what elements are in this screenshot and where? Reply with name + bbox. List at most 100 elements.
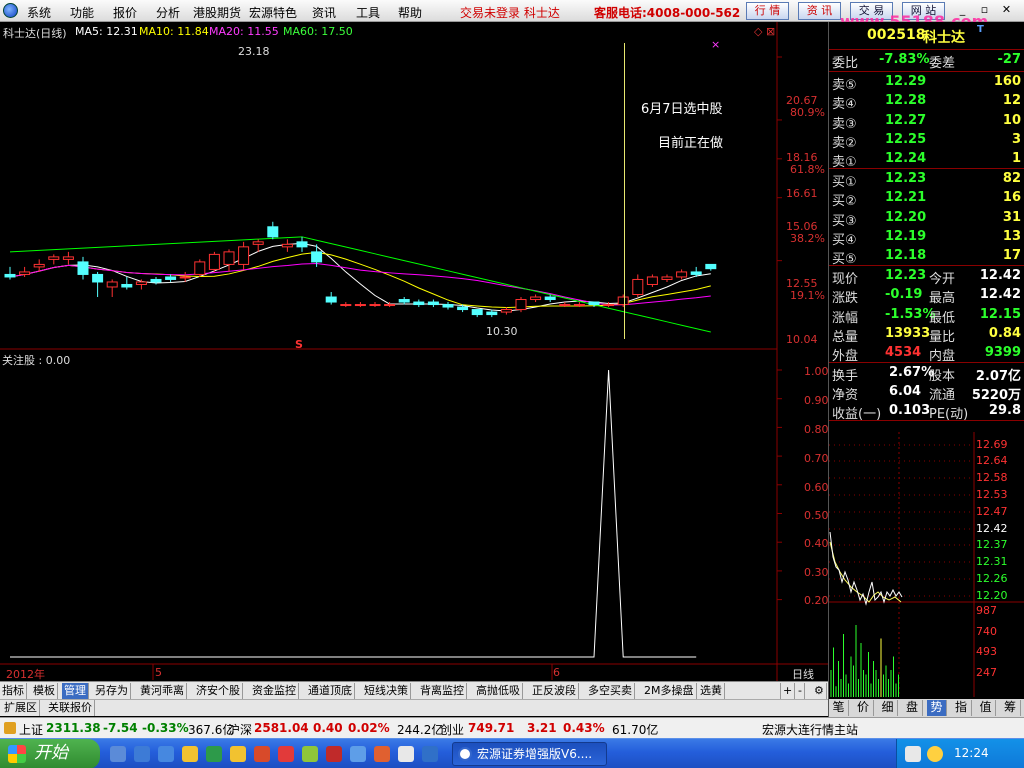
candle-body	[588, 301, 600, 306]
taskbar-app-item[interactable]: 宏源证券增强版V6....	[452, 742, 607, 766]
bid-row[interactable]: 买④ 12.19 13	[829, 228, 1024, 248]
restore-icon[interactable]: ▫	[978, 4, 991, 17]
quicklaunch-chat-icon[interactable]	[302, 746, 318, 762]
depth-volume: 12	[1002, 93, 1021, 109]
menu-hk-futures[interactable]: 港股期货	[193, 4, 241, 21]
tab-wave-band[interactable]: 正反波段	[530, 683, 579, 699]
quicklaunch-browser-icon[interactable]	[134, 746, 150, 762]
tab-extension[interactable]: 扩展区	[2, 700, 40, 716]
sidebar-tab[interactable]: 细	[878, 700, 898, 716]
tab-divergence[interactable]: 背离监控	[418, 683, 467, 699]
ask-row[interactable]: 卖⑤ 12.29 160	[829, 73, 1024, 93]
sidebar-tab[interactable]: 势	[927, 700, 947, 716]
start-label: 开始	[34, 743, 68, 763]
quicklaunch-doc-icon[interactable]	[398, 746, 414, 762]
candle-body	[208, 253, 220, 270]
quicklaunch-mail-icon[interactable]	[350, 746, 366, 762]
ask-row[interactable]: 卖③ 12.27 10	[829, 112, 1024, 132]
price-axis-label: 61.8%	[790, 163, 825, 176]
sidebar-tab[interactable]: 盘	[903, 700, 923, 716]
bid-row[interactable]: 买② 12.21 16	[829, 189, 1024, 209]
sidebar-tab[interactable]: 筹	[1001, 700, 1021, 716]
candle-body	[296, 241, 308, 248]
sidebar-tab[interactable]: 值	[976, 700, 996, 716]
menu-quote[interactable]: 报价	[113, 4, 137, 21]
menu-help[interactable]: 帮助	[398, 4, 422, 21]
sidebar-tab[interactable]: 指	[952, 700, 972, 716]
kline-chart[interactable]	[0, 22, 828, 682]
candle-body	[384, 304, 396, 307]
menu-analysis[interactable]: 分析	[156, 4, 180, 21]
fund-value: 29.8	[988, 403, 1021, 418]
tab-high-low[interactable]: 高抛低吸	[474, 683, 523, 699]
quicklaunch-more-icon[interactable]	[422, 746, 438, 762]
quicklaunch-media-icon[interactable]	[254, 746, 270, 762]
tab-jian-stock[interactable]: 济安个股	[194, 683, 243, 699]
ask-row[interactable]: 卖① 12.24 1	[829, 150, 1024, 170]
volume-icon[interactable]	[927, 746, 943, 762]
quicklaunch-office-icon[interactable]	[374, 746, 390, 762]
fund-value: 2.67%	[889, 365, 935, 380]
fund-row: 收益(一) 0.103 PE(动) 29.8	[829, 402, 1024, 422]
tab-channel-top[interactable]: 通道顶底	[306, 683, 355, 699]
zoom-out-icon[interactable]: -	[796, 683, 805, 699]
settings-icon[interactable]: ⚙	[812, 683, 827, 699]
quicklaunch-player-icon[interactable]	[278, 746, 294, 762]
bid-row[interactable]: 买① 12.23 82	[829, 170, 1024, 190]
tab-2m-operate[interactable]: 2M多操盘	[642, 683, 697, 699]
market-button[interactable]: 行 情	[746, 2, 789, 20]
quicklaunch-explorer-icon[interactable]	[230, 746, 246, 762]
sh-index-label[interactable]: 上证	[19, 721, 43, 738]
intraday-axis-label: 12.53	[976, 488, 1008, 501]
sh-index-pct: -0.33%	[142, 721, 189, 735]
menu-news[interactable]: 资讯	[312, 4, 336, 21]
bid-row[interactable]: 买⑤ 12.18 17	[829, 247, 1024, 267]
ask-row[interactable]: 卖② 12.25 3	[829, 131, 1024, 151]
zoom-in-icon[interactable]: +	[780, 683, 796, 699]
quicklaunch-ie-icon[interactable]	[110, 746, 126, 762]
price-axis-label: 19.1%	[790, 289, 825, 302]
start-button[interactable]: 开始	[0, 739, 100, 768]
period-label[interactable]: 日线	[792, 666, 814, 682]
fund-value: 0.103	[889, 403, 931, 418]
sidebar-tab[interactable]: 价	[854, 700, 874, 716]
quicklaunch-folder-icon[interactable]	[182, 746, 198, 762]
network-icon[interactable]	[905, 746, 921, 762]
sidebar-tab[interactable]: 笔	[829, 700, 849, 716]
cy-index-amount: 61.70亿	[612, 723, 659, 737]
news-button[interactable]: 资 讯	[798, 2, 841, 20]
quote-label: 现价	[832, 272, 859, 287]
menu-hongyuan-special[interactable]: 宏源特色	[249, 4, 297, 21]
high-price-label: 23.18	[238, 45, 270, 58]
quicklaunch-tool-icon[interactable]	[326, 746, 342, 762]
tab-indicator[interactable]: 指标	[0, 683, 27, 699]
quicklaunch-desktop-icon[interactable]	[158, 746, 174, 762]
tab-long-short[interactable]: 多空买卖	[586, 683, 635, 699]
tab-save-as[interactable]: 另存为	[93, 683, 131, 699]
indicator-axis-label: 0.20	[804, 594, 829, 607]
intraday-axis-label: 12.20	[976, 589, 1008, 602]
cy-index-label[interactable]: 创业	[440, 721, 464, 738]
chart-options-icon[interactable]: ◇ ⊠	[754, 25, 775, 38]
date-axis-label: 2012年	[6, 668, 45, 681]
tab-related-quote[interactable]: 关联报价	[46, 700, 95, 716]
taskbar-app-label: 宏源证券增强版V6....	[477, 747, 593, 761]
app-logo-icon[interactable]	[3, 3, 18, 18]
sell-marker: S	[295, 338, 303, 351]
quicklaunch-app-icon[interactable]	[206, 746, 222, 762]
menu-tools[interactable]: 工具	[356, 4, 380, 21]
ask-row[interactable]: 卖④ 12.28 12	[829, 92, 1024, 112]
tab-template[interactable]: 模板	[31, 683, 58, 699]
tab-select-yellow[interactable]: 选黄	[698, 683, 725, 699]
bid-row[interactable]: 买③ 12.20 31	[829, 209, 1024, 229]
menu-function[interactable]: 功能	[70, 4, 94, 21]
tab-huanghe[interactable]: 黄河乖离	[138, 683, 187, 699]
app-icon	[458, 747, 472, 761]
hs-index-label[interactable]: 沪深	[228, 721, 252, 738]
tab-fund-monitor[interactable]: 资金监控	[250, 683, 299, 699]
close-icon[interactable]: ✕	[1000, 4, 1013, 17]
tab-short-decision[interactable]: 短线决策	[362, 683, 411, 699]
menu-system[interactable]: 系统	[27, 4, 51, 21]
minimize-icon[interactable]: _	[956, 4, 969, 17]
tab-manage[interactable]: 管理	[62, 683, 89, 699]
